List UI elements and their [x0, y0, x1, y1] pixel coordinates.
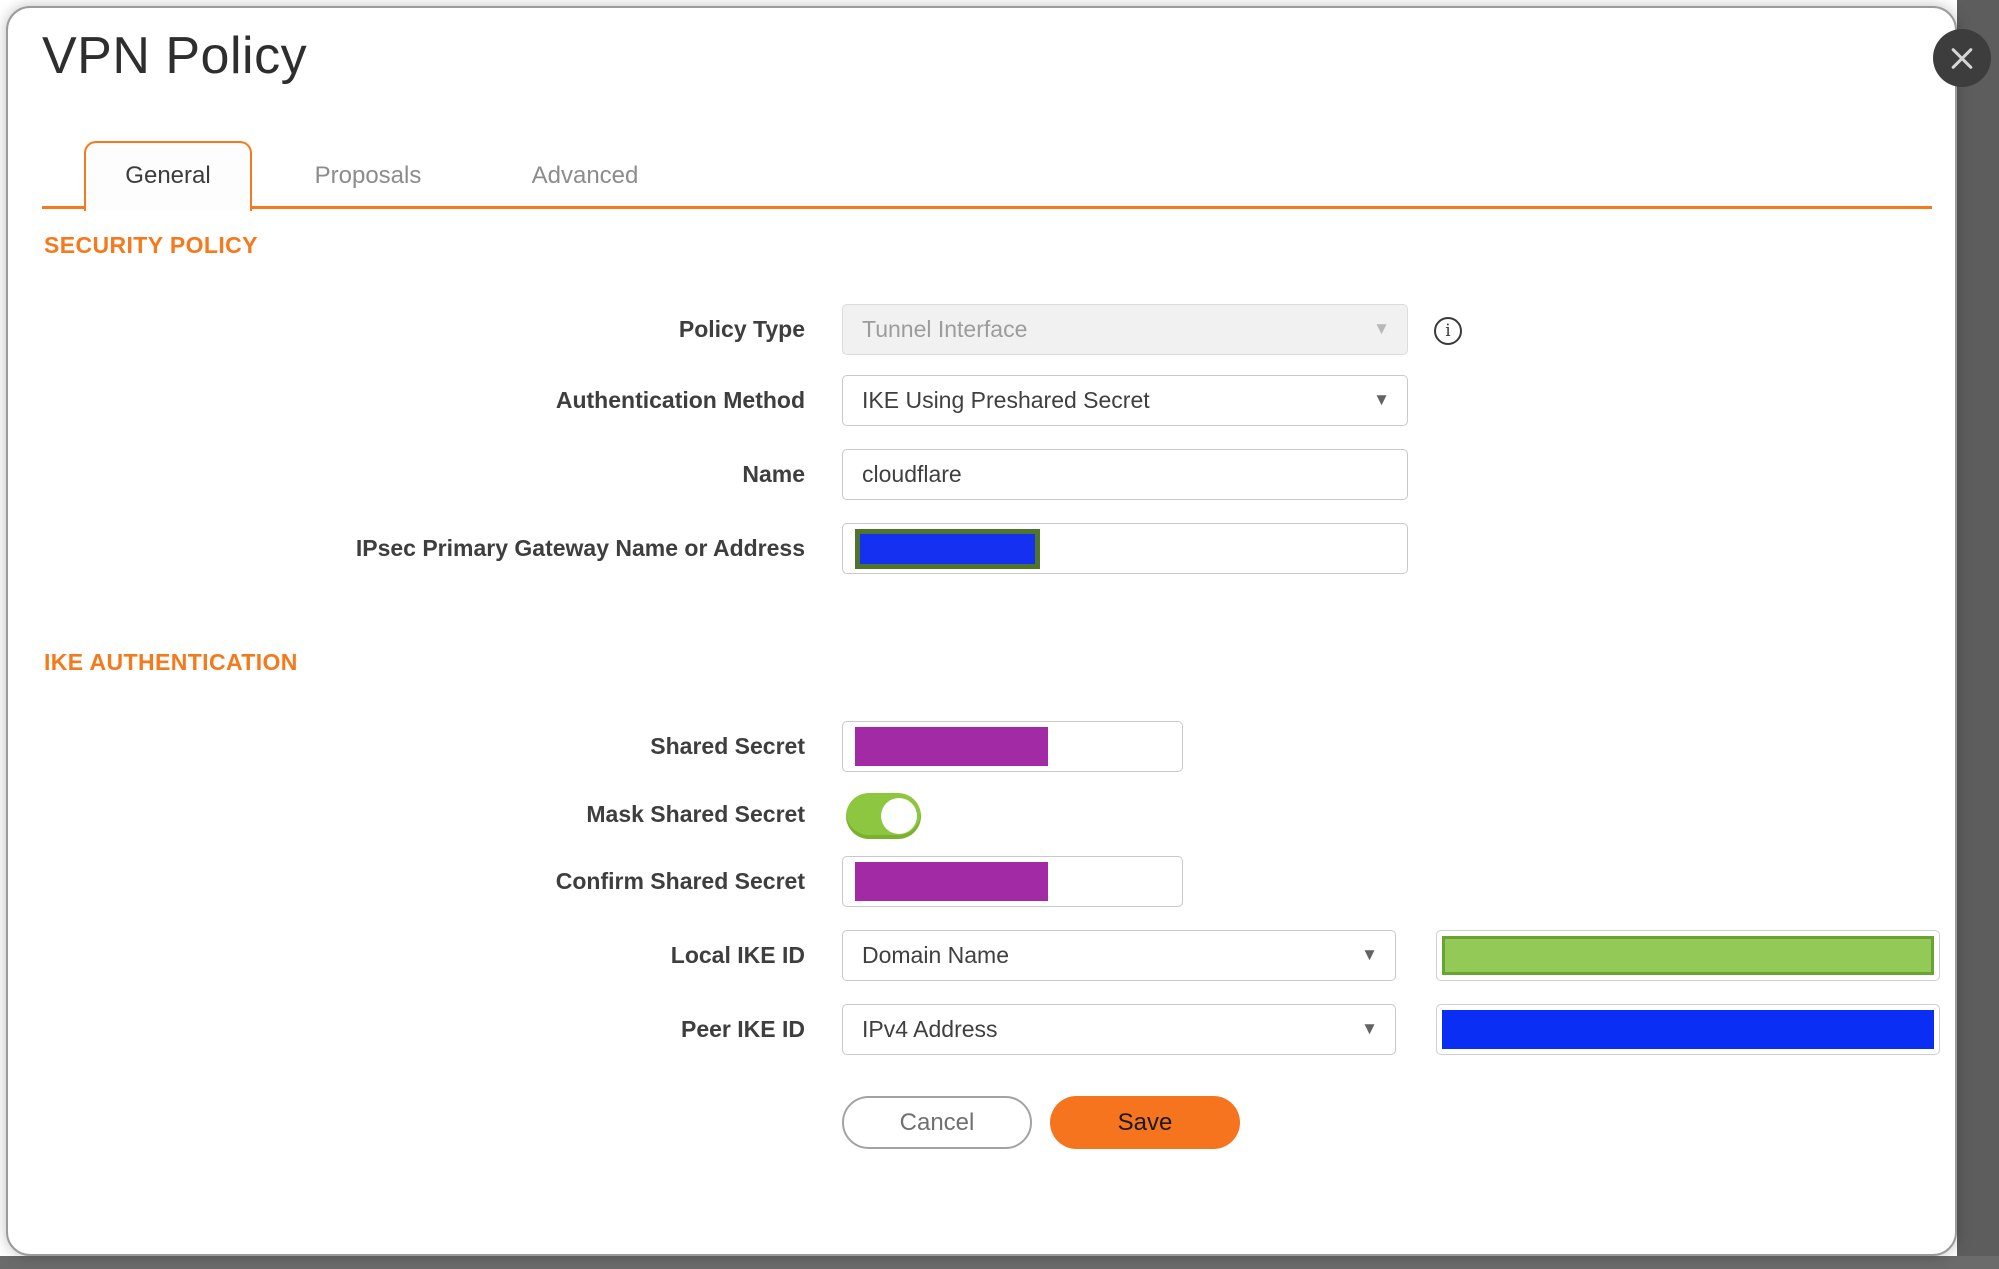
mask-shared-secret-label: Mask Shared Secret	[586, 801, 805, 827]
ipsec-gateway-input[interactable]	[842, 523, 1408, 574]
section-heading-ike-authentication: IKE AUTHENTICATION	[44, 649, 298, 675]
tab-proposals[interactable]: Proposals	[288, 141, 448, 211]
name-input[interactable]: cloudflare	[842, 449, 1408, 500]
redacted-value-local-ike-id	[1442, 936, 1934, 975]
peer-ike-id-type-value: IPv4 Address	[862, 1016, 998, 1042]
local-ike-id-select[interactable]: Domain Name ▼	[842, 930, 1396, 981]
page-background: VPN Policy General Proposals Advanced SE…	[0, 0, 1999, 1269]
local-ike-id-value-input[interactable]	[1436, 930, 1940, 981]
authentication-method-value: IKE Using Preshared Secret	[862, 387, 1150, 413]
redacted-value-shared-secret	[855, 727, 1048, 766]
name-input-value: cloudflare	[862, 461, 962, 487]
section-heading-security-policy: SECURITY POLICY	[44, 232, 258, 258]
info-icon[interactable]: i	[1434, 317, 1462, 345]
chevron-down-icon: ▼	[1373, 389, 1390, 409]
name-label: Name	[742, 461, 805, 487]
redacted-value-peer-ike-id	[1442, 1010, 1934, 1049]
cancel-button[interactable]: Cancel	[842, 1096, 1032, 1149]
tab-advanced-label: Advanced	[531, 162, 639, 189]
toggle-knob	[881, 798, 917, 834]
tab-general[interactable]: General	[84, 141, 252, 211]
tab-general-label: General	[125, 162, 211, 189]
confirm-shared-secret-input[interactable]	[842, 856, 1183, 907]
info-icon-glyph: i	[1445, 320, 1451, 341]
save-button[interactable]: Save	[1050, 1096, 1240, 1149]
shared-secret-label: Shared Secret	[650, 733, 805, 759]
tab-proposals-label: Proposals	[314, 162, 422, 189]
mask-shared-secret-toggle[interactable]	[846, 793, 921, 839]
peer-ike-id-value-input[interactable]	[1436, 1004, 1940, 1055]
policy-type-select: Tunnel Interface ▼	[842, 304, 1408, 355]
background-strip-right	[1957, 0, 1999, 1269]
close-button[interactable]	[1933, 29, 1991, 87]
policy-type-value: Tunnel Interface	[862, 316, 1028, 342]
page-title: VPN Policy	[42, 27, 308, 85]
background-strip-bottom	[0, 1256, 1999, 1269]
peer-ike-id-select[interactable]: IPv4 Address ▼	[842, 1004, 1396, 1055]
local-ike-id-label: Local IKE ID	[670, 942, 805, 968]
authentication-method-label: Authentication Method	[555, 387, 805, 413]
chevron-down-icon: ▼	[1361, 944, 1378, 964]
chevron-down-icon: ▼	[1373, 318, 1390, 338]
shared-secret-input[interactable]	[842, 721, 1183, 772]
peer-ike-id-label: Peer IKE ID	[681, 1016, 805, 1042]
policy-type-label: Policy Type	[678, 316, 805, 342]
chevron-down-icon: ▼	[1361, 1018, 1378, 1038]
local-ike-id-type-value: Domain Name	[862, 942, 1009, 968]
authentication-method-select[interactable]: IKE Using Preshared Secret ▼	[842, 375, 1408, 426]
close-icon	[1949, 45, 1975, 71]
vpn-policy-dialog: VPN Policy General Proposals Advanced SE…	[6, 6, 1957, 1256]
confirm-shared-secret-label: Confirm Shared Secret	[555, 868, 805, 894]
ipsec-gateway-label: IPsec Primary Gateway Name or Address	[355, 535, 805, 561]
redacted-value-confirm-shared-secret	[855, 862, 1048, 901]
redacted-value-gateway	[855, 529, 1040, 569]
tab-advanced[interactable]: Advanced	[505, 141, 665, 211]
